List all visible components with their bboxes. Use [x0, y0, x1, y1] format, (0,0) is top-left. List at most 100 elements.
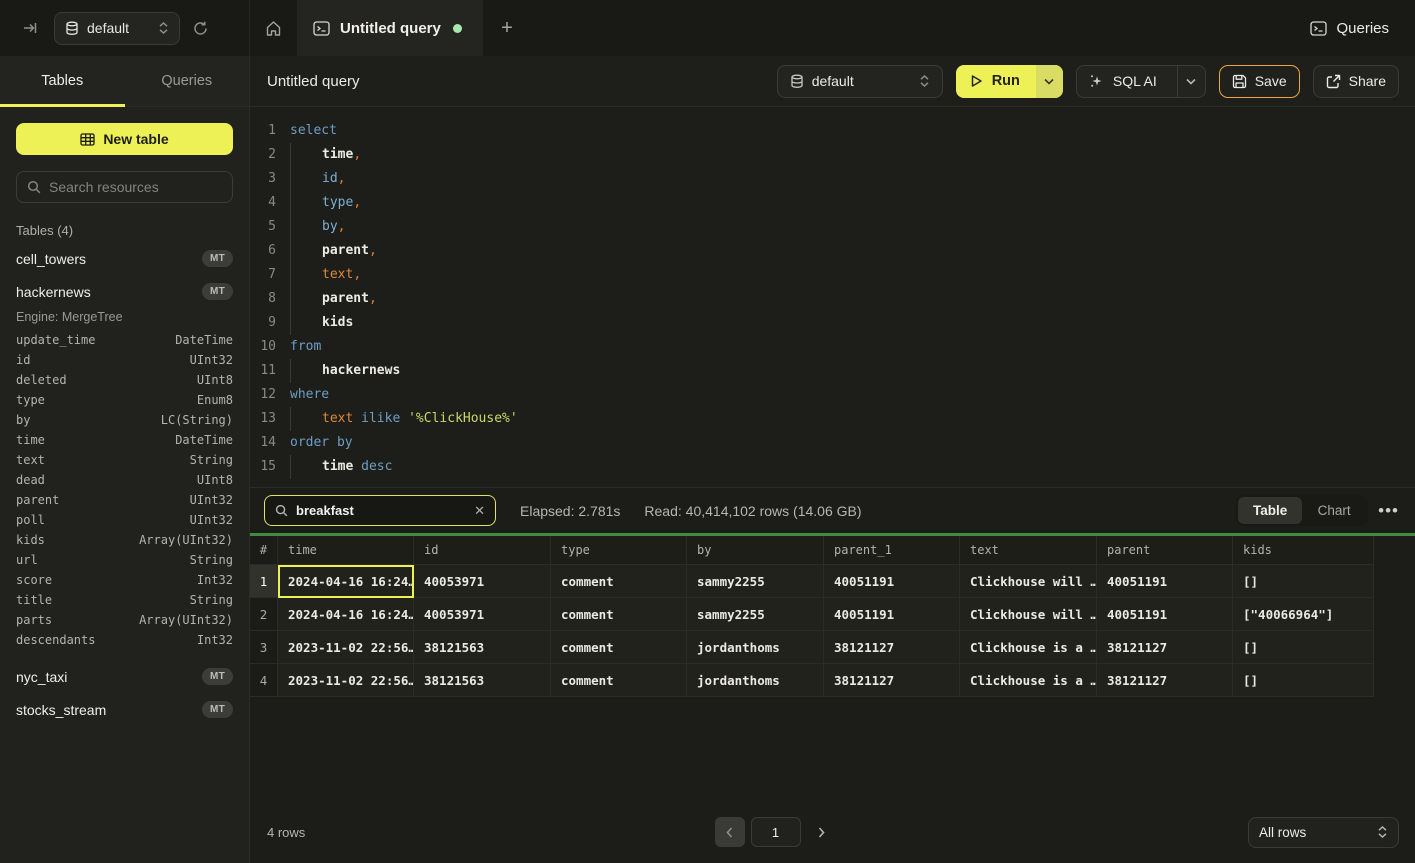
- content: Untitled query default: [250, 56, 1415, 863]
- run-options-button[interactable]: [1036, 65, 1063, 98]
- grid-header-cell[interactable]: by: [687, 536, 824, 565]
- new-table-button[interactable]: New table: [16, 123, 233, 155]
- sidebar-table-list: cell_towersMThackernewsMTEngine: MergeTr…: [0, 242, 249, 726]
- column-row: idUInt32: [0, 350, 249, 370]
- line-code: where: [290, 383, 329, 407]
- grid-cell[interactable]: 2023-11-02 22:56…: [278, 664, 414, 697]
- sql-ai-button[interactable]: SQL AI: [1077, 66, 1169, 97]
- table-item[interactable]: hackernewsMT: [0, 275, 249, 308]
- search-icon: [27, 180, 41, 194]
- grid-cell[interactable]: 38121127: [1097, 664, 1233, 697]
- query-database-selector[interactable]: default: [777, 65, 943, 98]
- clear-search-button[interactable]: ✕: [474, 503, 485, 519]
- column-name: descendants: [16, 633, 95, 647]
- grid-cell[interactable]: 38121127: [824, 631, 960, 664]
- table-item[interactable]: stocks_streamMT: [0, 693, 249, 726]
- column-list: update_timeDateTimeidUInt32deletedUInt8t…: [0, 330, 249, 660]
- unsaved-dot: [453, 24, 462, 33]
- grid-cell[interactable]: comment: [551, 631, 687, 664]
- grid-header-cell[interactable]: type: [551, 536, 687, 565]
- column-name: dead: [16, 473, 45, 487]
- topbar-database-selector[interactable]: default: [54, 12, 180, 45]
- grid-header-cell[interactable]: time: [278, 536, 414, 565]
- grid-rownum-cell[interactable]: 2: [250, 598, 278, 631]
- grid-cell[interactable]: jordanthoms: [687, 664, 824, 697]
- tab-strip: Untitled query +: [250, 0, 531, 56]
- grid-cell[interactable]: jordanthoms: [687, 631, 824, 664]
- home-button[interactable]: [250, 0, 297, 56]
- view-toggle-chart[interactable]: Chart: [1302, 497, 1366, 524]
- grid-cell[interactable]: 40051191: [824, 565, 960, 598]
- results-search-input[interactable]: [296, 503, 466, 518]
- grid-row: 42023-11-02 22:56…38121563commentjordant…: [250, 664, 1374, 697]
- grid-cell[interactable]: 40051191: [824, 598, 960, 631]
- refresh-button[interactable]: [192, 20, 209, 37]
- grid-cell[interactable]: 40053971: [414, 565, 551, 598]
- grid-header-cell[interactable]: parent: [1097, 536, 1233, 565]
- grid-header-cell[interactable]: parent_1: [824, 536, 960, 565]
- column-type: Enum8: [197, 393, 233, 407]
- grid-cell[interactable]: 40051191: [1097, 598, 1233, 631]
- line-code: order by: [290, 431, 353, 455]
- grid-header-cell[interactable]: kids: [1233, 536, 1374, 565]
- editor-line: 2time,: [250, 143, 1415, 167]
- view-toggle-table[interactable]: Table: [1238, 497, 1302, 524]
- grid-cell[interactable]: []: [1233, 631, 1374, 664]
- grid-cell[interactable]: 40051191: [1097, 565, 1233, 598]
- page-number-input[interactable]: 1: [751, 817, 801, 847]
- collapse-sidebar-button[interactable]: [22, 20, 38, 36]
- results-search: ✕: [264, 495, 496, 526]
- engine-label: Engine: MergeTree: [0, 308, 249, 330]
- sidebar-tab-tables[interactable]: Tables: [0, 56, 125, 106]
- sql-editor[interactable]: 1select2time,3id,4type,5by,6parent,7text…: [250, 107, 1415, 487]
- grid-header-cell[interactable]: text: [960, 536, 1097, 565]
- sql-ai-options-button[interactable]: [1177, 66, 1205, 97]
- grid-cell[interactable]: 2024-04-16 16:24…: [278, 598, 414, 631]
- editor-line: 8parent,: [250, 287, 1415, 311]
- grid-cell[interactable]: 38121127: [1097, 631, 1233, 664]
- grid-rownum-cell[interactable]: 1: [250, 565, 278, 598]
- table-item[interactable]: nyc_taxiMT: [0, 660, 249, 693]
- grid-cell[interactable]: 38121563: [414, 631, 551, 664]
- rows-per-page-selector[interactable]: All rows: [1248, 817, 1399, 848]
- grid-cell[interactable]: []: [1233, 664, 1374, 697]
- editor-line: 5by,: [250, 215, 1415, 239]
- grid-cell[interactable]: comment: [551, 598, 687, 631]
- sql-ai-button-label: SQL AI: [1113, 73, 1157, 89]
- grid-rownum-cell[interactable]: 4: [250, 664, 278, 697]
- grid-cell[interactable]: comment: [551, 664, 687, 697]
- grid-cell[interactable]: comment: [551, 565, 687, 598]
- sidebar-tab-queries[interactable]: Queries: [125, 56, 250, 106]
- grid-cell[interactable]: 38121563: [414, 664, 551, 697]
- grid-cell[interactable]: Clickhouse is a …: [960, 664, 1097, 697]
- run-button[interactable]: Run: [956, 65, 1036, 98]
- grid-cell[interactable]: ["40066964"]: [1233, 598, 1374, 631]
- grid-cell[interactable]: 2024-04-16 16:24…: [278, 565, 414, 598]
- query-actions: default Run: [777, 65, 1399, 98]
- grid-cell[interactable]: 38121127: [824, 664, 960, 697]
- grid-rownum-cell[interactable]: 3: [250, 631, 278, 664]
- grid-cell[interactable]: Clickhouse will …: [960, 565, 1097, 598]
- grid-cell[interactable]: 40053971: [414, 598, 551, 631]
- tab-untitled-query[interactable]: Untitled query: [297, 0, 483, 56]
- grid-cell[interactable]: sammy2255: [687, 565, 824, 598]
- new-tab-button[interactable]: +: [483, 0, 531, 56]
- sidebar-search-input[interactable]: [49, 179, 230, 195]
- grid-cell[interactable]: sammy2255: [687, 598, 824, 631]
- grid-cell[interactable]: 2023-11-02 22:56…: [278, 631, 414, 664]
- table-item[interactable]: cell_towersMT: [0, 242, 249, 275]
- grid-cell[interactable]: Clickhouse is a …: [960, 631, 1097, 664]
- grid-cell[interactable]: Clickhouse will …: [960, 598, 1097, 631]
- share-button[interactable]: Share: [1313, 65, 1399, 98]
- prev-page-button[interactable]: [715, 817, 745, 847]
- grid-cell[interactable]: []: [1233, 565, 1374, 598]
- editor-line: 4type,: [250, 191, 1415, 215]
- more-options-button[interactable]: •••: [1378, 501, 1399, 521]
- queries-button[interactable]: Queries: [1310, 0, 1389, 56]
- grid-header-cell[interactable]: id: [414, 536, 551, 565]
- column-row: typeEnum8: [0, 390, 249, 410]
- save-button[interactable]: Save: [1219, 65, 1300, 98]
- query-database-value: default: [812, 73, 911, 89]
- next-page-button[interactable]: [807, 817, 837, 847]
- column-name: time: [16, 433, 45, 447]
